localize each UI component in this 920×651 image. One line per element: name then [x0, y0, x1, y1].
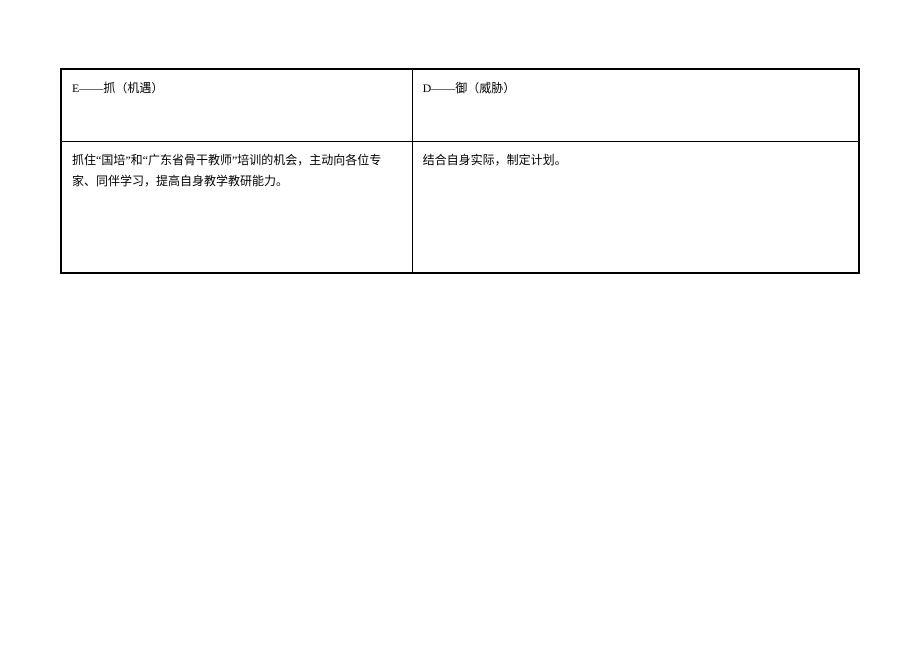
header-cell-threat: D——御（威胁）	[412, 69, 859, 141]
content-cell-opportunity: 抓住“国培”和“广东省骨干教师”培训的机会，主动向各位专家、同伴学习，提高自身教…	[61, 141, 412, 273]
content-cell-threat: 结合自身实际，制定计划。	[412, 141, 859, 273]
swot-table: E——抓（机遇） D——御（威胁） 抓住“国培”和“广东省骨干教师”培训的机会，…	[60, 68, 860, 274]
header-cell-opportunity: E——抓（机遇）	[61, 69, 412, 141]
table-header-row: E——抓（机遇） D——御（威胁）	[61, 69, 859, 141]
table-content-row: 抓住“国培”和“广东省骨干教师”培训的机会，主动向各位专家、同伴学习，提高自身教…	[61, 141, 859, 273]
